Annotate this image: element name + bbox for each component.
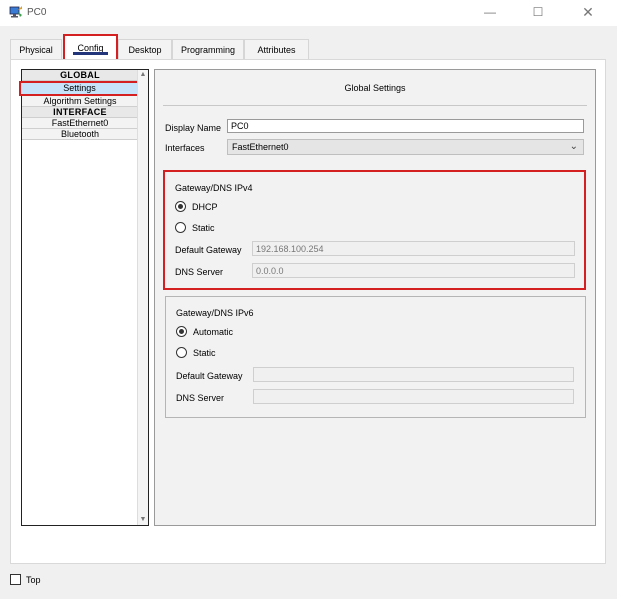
radio-selected-icon [175, 201, 186, 212]
ipv6-static-label: Static [193, 348, 216, 358]
close-button[interactable]: ✕ [566, 0, 610, 26]
sidebar-item-settings[interactable]: Settings [19, 81, 140, 96]
scroll-down-icon[interactable]: ▼ [138, 515, 148, 525]
sidebar-item-fastethernet0[interactable]: FastEthernet0 [22, 118, 138, 129]
radio-unselected-icon [175, 222, 186, 233]
tab-selected-indicator [73, 52, 108, 55]
sidebar-item-bluetooth[interactable]: Bluetooth [22, 129, 138, 140]
display-name-input[interactable]: PC0 [227, 119, 584, 133]
ipv4-gateway-dns-group: Gateway/DNS IPv4 DHCP Static Default Gat… [163, 170, 586, 290]
ipv6-group-title: Gateway/DNS IPv6 [176, 308, 254, 318]
ipv4-dhcp-label: DHCP [192, 202, 218, 212]
chevron-down-icon: ⌄ [569, 141, 578, 152]
config-sidebar: GLOBAL Settings Algorithm Settings INTER… [19, 69, 149, 526]
radio-selected-icon [176, 326, 187, 337]
tab-attributes[interactable]: Attributes [244, 39, 309, 59]
config-content: GLOBAL Settings Algorithm Settings INTER… [10, 59, 606, 564]
display-name-label: Display Name [165, 123, 222, 133]
pc-app-icon [9, 6, 22, 18]
top-checkbox[interactable] [10, 574, 21, 585]
title-bar: PC0 — ☐ ✕ [0, 0, 617, 26]
radio-unselected-icon [176, 347, 187, 358]
ipv4-dns-server-input[interactable]: 0.0.0.0 [252, 263, 575, 278]
tab-physical[interactable]: Physical [10, 39, 62, 59]
sidebar-item-algorithm-settings[interactable]: Algorithm Settings [22, 96, 138, 107]
ipv4-default-gateway-input[interactable]: 192.168.100.254 [252, 241, 575, 256]
ipv6-automatic-label: Automatic [193, 327, 234, 337]
tab-programming[interactable]: Programming [172, 39, 244, 59]
tab-desktop[interactable]: Desktop [118, 39, 172, 59]
panel-divider [163, 105, 587, 106]
ipv6-default-gateway-input[interactable] [253, 367, 574, 382]
top-checkbox-label: Top [26, 575, 41, 585]
window-title: PC0 [27, 7, 47, 18]
panel-title: Global Settings [344, 83, 406, 93]
sidebar-scrollbar[interactable]: ▲ ▼ [137, 70, 148, 525]
interfaces-label: Interfaces [165, 143, 205, 153]
interfaces-selected-value: FastEthernet0 [232, 142, 289, 152]
ipv6-dns-server-label: DNS Server [176, 393, 225, 403]
sidebar-header-interface: INTERFACE [22, 107, 138, 118]
maximize-button[interactable]: ☐ [516, 0, 560, 26]
ipv4-static-label: Static [192, 223, 215, 233]
ipv6-default-gateway-label: Default Gateway [176, 371, 243, 381]
global-settings-panel: Global Settings Display Name PC0 Interfa… [154, 69, 596, 526]
minimize-button[interactable]: — [468, 0, 512, 26]
scroll-up-icon[interactable]: ▲ [138, 70, 148, 80]
ipv4-default-gateway-label: Default Gateway [175, 245, 242, 255]
ipv4-group-title: Gateway/DNS IPv4 [175, 183, 253, 193]
sidebar-header-global: GLOBAL [22, 70, 138, 81]
sidebar-list: GLOBAL Settings Algorithm Settings INTER… [19, 70, 140, 140]
tab-config[interactable]: Config [63, 34, 118, 61]
ipv6-gateway-dns-group: Gateway/DNS IPv6 Automatic Static Defaul… [165, 296, 586, 418]
ipv6-dns-server-input[interactable] [253, 389, 574, 404]
interfaces-select[interactable]: FastEthernet0 ⌄ [227, 139, 584, 155]
ipv4-dns-server-label: DNS Server [175, 267, 224, 277]
